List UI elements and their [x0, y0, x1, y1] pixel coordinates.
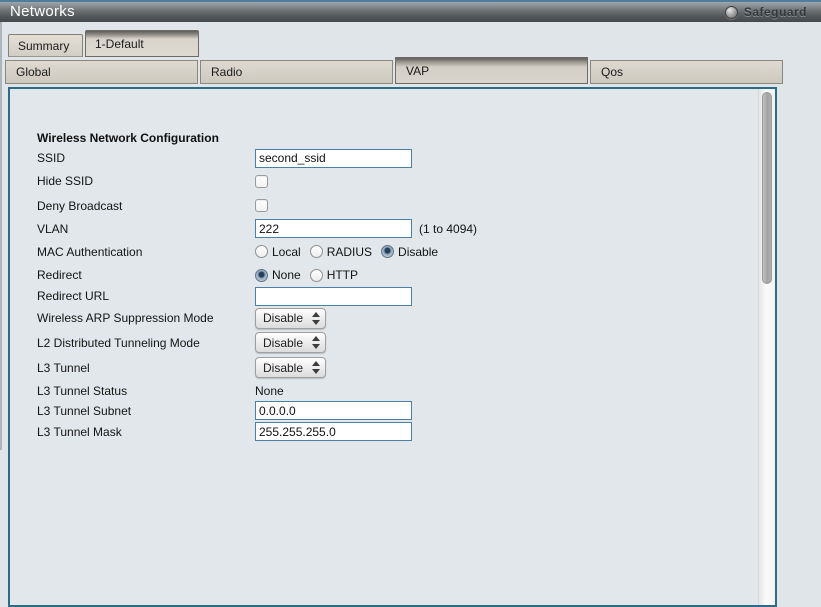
field-row-mac-authentication: MAC Authentication Local RADIUS Disable — [37, 239, 737, 264]
field-row-l2-tunneling: L2 Distributed Tunneling Mode Disable — [37, 330, 737, 355]
radio-none[interactable] — [255, 269, 268, 282]
mac-auth-option-disable[interactable]: Disable — [381, 245, 438, 259]
ssid-label: SSID — [37, 151, 255, 165]
safeguard-icon — [725, 6, 738, 19]
l3-tunnel-subnet-input[interactable] — [255, 401, 412, 420]
field-row-arp-suppression: Wireless ARP Suppression Mode Disable — [37, 306, 737, 330]
radio-local[interactable] — [255, 245, 268, 258]
field-row-l3-tunnel-mask: L3 Tunnel Mask — [37, 420, 737, 443]
field-row-l3-tunnel-status: L3 Tunnel Status None — [37, 380, 737, 401]
arrow-down-icon[interactable] — [312, 320, 320, 325]
arrow-down-icon[interactable] — [312, 344, 320, 349]
vlan-label: VLAN — [37, 222, 255, 236]
hide-ssid-label: Hide SSID — [37, 174, 255, 188]
vlan-input[interactable] — [255, 219, 412, 238]
l3-tunnel-status-label: L3 Tunnel Status — [37, 384, 255, 398]
l2-tunneling-select[interactable]: Disable — [255, 332, 326, 353]
window-left-edge — [0, 22, 2, 450]
l2-tunneling-label: L2 Distributed Tunneling Mode — [37, 336, 255, 350]
stepper-arrows-icon[interactable] — [311, 361, 325, 374]
deny-broadcast-label: Deny Broadcast — [37, 199, 255, 213]
hide-ssid-checkbox[interactable] — [255, 175, 268, 188]
field-row-ssid: SSID — [37, 147, 737, 169]
section-title: Wireless Network Configuration — [37, 129, 737, 147]
l3-tunnel-status-value: None — [255, 384, 284, 398]
vap-content-panel: Wireless Network Configuration SSID Hide… — [8, 87, 777, 607]
mac-auth-option-radius[interactable]: RADIUS — [310, 245, 372, 259]
sub-tab-bar: Global Radio VAP Qos — [5, 57, 785, 84]
arp-suppression-label: Wireless ARP Suppression Mode — [37, 311, 255, 325]
field-row-redirect-url: Redirect URL — [37, 286, 737, 306]
redirect-label: Redirect — [37, 268, 255, 282]
page-title: Networks — [0, 2, 75, 22]
arrow-up-icon[interactable] — [312, 336, 320, 341]
radio-http[interactable] — [310, 269, 323, 282]
l3-tunnel-label: L3 Tunnel — [37, 361, 255, 375]
redirect-url-label: Redirect URL — [37, 289, 255, 303]
arp-suppression-select[interactable]: Disable — [255, 308, 326, 329]
tab-vap[interactable]: VAP — [395, 57, 588, 84]
tab-summary[interactable]: Summary — [8, 34, 83, 57]
radio-radius[interactable] — [310, 245, 323, 258]
l3-tunnel-mask-input[interactable] — [255, 422, 412, 441]
tab-global[interactable]: Global — [5, 60, 198, 84]
ssid-input[interactable] — [255, 149, 412, 168]
redirect-option-http[interactable]: HTTP — [310, 268, 358, 282]
field-row-deny-broadcast: Deny Broadcast — [37, 193, 737, 218]
tab-radio[interactable]: Radio — [200, 60, 393, 84]
field-row-redirect: Redirect None HTTP — [37, 264, 737, 286]
vlan-range-hint: (1 to 4094) — [419, 222, 477, 236]
field-row-l3-tunnel-subnet: L3 Tunnel Subnet — [37, 401, 737, 420]
mac-auth-option-local[interactable]: Local — [255, 245, 301, 259]
arrow-down-icon[interactable] — [312, 369, 320, 374]
tab-1-default[interactable]: 1-Default — [85, 30, 199, 57]
redirect-url-input[interactable] — [255, 287, 412, 306]
mac-auth-label: MAC Authentication — [37, 245, 255, 259]
deny-broadcast-checkbox[interactable] — [255, 199, 268, 212]
l3-tunnel-mask-label: L3 Tunnel Mask — [37, 425, 255, 439]
title-bar: Networks Safeguard — [0, 0, 821, 22]
redirect-option-none[interactable]: None — [255, 268, 301, 282]
arrow-up-icon[interactable] — [312, 312, 320, 317]
vertical-scrollbar[interactable] — [758, 89, 775, 605]
main-tab-bar: Summary 1-Default — [8, 30, 199, 57]
arrow-up-icon[interactable] — [312, 361, 320, 366]
l3-tunnel-select[interactable]: Disable — [255, 357, 326, 378]
field-row-l3-tunnel: L3 Tunnel Disable — [37, 355, 737, 380]
scrollbar-thumb[interactable] — [762, 92, 772, 284]
tab-qos[interactable]: Qos — [590, 60, 783, 84]
field-row-hide-ssid: Hide SSID — [37, 169, 737, 193]
safeguard-label: Safeguard — [744, 5, 807, 19]
l3-tunnel-subnet-label: L3 Tunnel Subnet — [37, 404, 255, 418]
stepper-arrows-icon[interactable] — [311, 336, 325, 349]
stepper-arrows-icon[interactable] — [311, 312, 325, 325]
safeguard-brand: Safeguard — [725, 5, 821, 19]
wireless-network-form: Wireless Network Configuration SSID Hide… — [37, 129, 737, 443]
radio-disable[interactable] — [381, 245, 394, 258]
field-row-vlan: VLAN (1 to 4094) — [37, 218, 737, 239]
